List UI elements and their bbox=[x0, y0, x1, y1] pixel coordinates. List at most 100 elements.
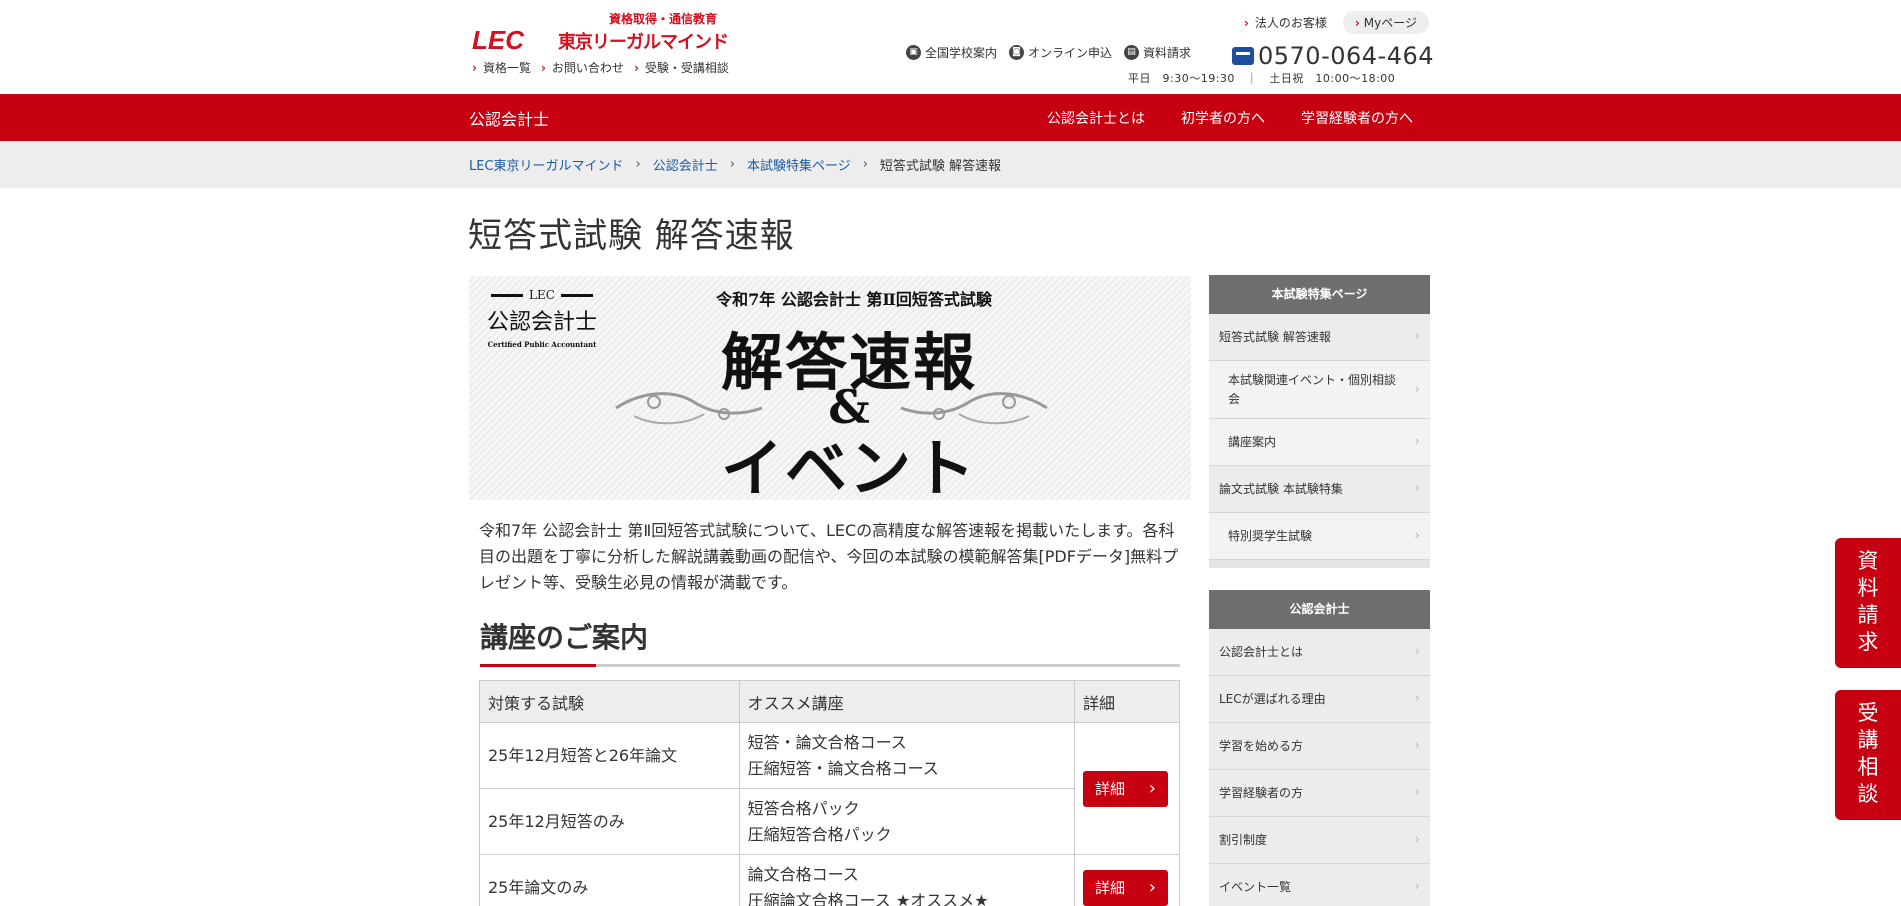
hero-cpa-logo: LEC 公認会計士 Certified Public Accountant bbox=[487, 288, 597, 349]
float-char: 談 bbox=[1857, 782, 1879, 806]
sidebar-cpa: 公認会計士 公認会計士とは LECが選ばれる理由 学習を始める方 学習経験者の方… bbox=[1209, 590, 1430, 906]
sidebar-item-essay-exam[interactable]: 論文式試験 本試験特集 bbox=[1209, 466, 1430, 513]
sidebar-item-label: 論文式試験 本試験特集 bbox=[1219, 481, 1343, 496]
brochure-request-link[interactable]: ▤ 資料請求 bbox=[1124, 44, 1191, 61]
float-char: 請 bbox=[1857, 603, 1879, 627]
breadcrumb-exam-special[interactable]: 本試験特集ページ bbox=[747, 155, 851, 174]
table-row: 25年論文のみ 論文合格コース 圧縮論文合格コース ★オススメ★ 詳細 bbox=[479, 854, 1180, 906]
course-table: 対策する試験 オススメ講座 詳細 25年12月短答と26年論文 短答・論文合格コ… bbox=[479, 680, 1180, 906]
breadcrumb-home[interactable]: LEC東京リーガルマインド bbox=[469, 155, 624, 174]
float-char: 相 bbox=[1857, 755, 1879, 779]
site-logo[interactable]: 資格取得・通信教育 LEC 東京リーガルマインド bbox=[470, 8, 750, 53]
document-icon: ▤ bbox=[1124, 45, 1140, 60]
sidebar-item-about-cpa[interactable]: 公認会計士とは bbox=[1209, 629, 1430, 676]
sidebar-item-answer-flash[interactable]: 短答式試験 解答速報 bbox=[1209, 314, 1430, 361]
online-apply-label: オンライン申込 bbox=[1028, 46, 1113, 60]
table-cell-detail: 詳細 bbox=[1074, 854, 1180, 906]
section-underline bbox=[480, 664, 1180, 667]
float-char: 料 bbox=[1857, 576, 1879, 600]
table-header-course: オススメ講座 bbox=[738, 680, 1076, 723]
sidebar-item-label: 学習を始める方 bbox=[1219, 738, 1304, 753]
sidebar-item-experienced[interactable]: 学習経験者の方 bbox=[1209, 770, 1430, 817]
breadcrumb-separator-icon: › bbox=[862, 157, 868, 172]
logo-text: 東京リーガルマインド bbox=[558, 32, 729, 53]
sidebar-item-label: 学習経験者の方 bbox=[1219, 785, 1304, 800]
detail-button[interactable]: 詳細 bbox=[1083, 869, 1168, 906]
float-char: 資 bbox=[1857, 549, 1879, 573]
table-cell-courses: 論文合格コース 圧縮論文合格コース ★オススメ★ bbox=[738, 854, 1076, 906]
breadcrumb-current: 短答式試験 解答速報 bbox=[879, 159, 1002, 174]
sidebar-item-discounts[interactable]: 割引制度 bbox=[1209, 817, 1430, 864]
table-header-detail: 詳細 bbox=[1074, 680, 1180, 723]
float-char: 求 bbox=[1857, 630, 1879, 654]
brochure-request-label: 資料請求 bbox=[1143, 46, 1192, 60]
hero-logo-jp: 公認会計士 bbox=[487, 310, 598, 335]
sidebar-item-label: 本試験関連イベント・個別相談会 bbox=[1228, 372, 1397, 406]
table-cell-exam: 25年12月短答と26年論文 bbox=[479, 722, 740, 789]
building-icon: ▣ bbox=[906, 45, 921, 60]
hero-banner: LEC 公認会計士 Certified Public Accountant 令和… bbox=[469, 276, 1191, 500]
cart-icon: ◙ bbox=[1009, 45, 1025, 60]
detail-button[interactable]: 詳細 bbox=[1083, 770, 1168, 807]
course-name: 圧縮短答合格パック bbox=[747, 824, 892, 844]
sidebar-exam-special: 本試験特集ページ 短答式試験 解答速報 本試験関連イベント・個別相談会 講座案内… bbox=[1209, 275, 1430, 568]
floating-request-brochure-button[interactable]: 資 料 請 求 bbox=[1835, 538, 1901, 668]
top-right-links: 法人のお客様 Myページ bbox=[1244, 11, 1429, 34]
util-link-qualifications[interactable]: 資格一覧 bbox=[472, 59, 531, 76]
intro-text: 令和7年 公認会計士 第Ⅱ回短答式試験について、LECの高精度な解答速報を掲載い… bbox=[479, 521, 1179, 592]
sidebar-footer bbox=[1209, 560, 1430, 568]
table-cell-courses: 短答合格パック 圧縮短答合格パック bbox=[738, 788, 1076, 855]
table-cell-detail: 詳細 bbox=[1074, 722, 1180, 855]
breadcrumb-cpa[interactable]: 公認会計士 bbox=[653, 155, 718, 174]
category-nav: 公認会計士 公認会計士とは 初学者の方へ 学習経験者の方へ bbox=[0, 94, 1901, 141]
sidebar-heading: 本試験特集ページ bbox=[1209, 275, 1430, 314]
course-name: 圧縮短答・論文合格コース bbox=[747, 758, 939, 778]
sidebar-item-label: 短答式試験 解答速報 bbox=[1219, 329, 1331, 344]
header-icon-links: ▣ 全国学校案内 ◙ オンライン申込 ▤ 資料請求 bbox=[906, 44, 1191, 61]
sidebar-heading: 公認会計士 bbox=[1209, 590, 1430, 629]
sidebar-item-courses[interactable]: 講座案内 bbox=[1209, 419, 1430, 466]
breadcrumb-separator-icon: › bbox=[635, 157, 641, 172]
floating-consultation-button[interactable]: 受 講 相 談 bbox=[1835, 690, 1901, 820]
nav-item-about[interactable]: 公認会計士とは bbox=[1047, 108, 1145, 128]
logo-tagline: 資格取得・通信教育 bbox=[608, 12, 717, 26]
util-link-contact[interactable]: お問い合わせ bbox=[541, 59, 624, 76]
lec-logo-mark-icon: LEC bbox=[472, 25, 525, 53]
course-name: 短答・論文合格コース bbox=[747, 732, 907, 752]
util-link-consult[interactable]: 受験・受講相談 bbox=[634, 59, 729, 76]
table-header-row: 対策する試験 オススメ講座 詳細 bbox=[479, 680, 1180, 723]
phone-icon bbox=[1232, 47, 1254, 65]
site-header: 資格取得・通信教育 LEC 東京リーガルマインド 資格一覧 お問い合わせ 受験・… bbox=[0, 0, 1901, 94]
sidebar-item-label: イベント一覧 bbox=[1219, 879, 1292, 894]
float-char: 受 bbox=[1857, 701, 1879, 725]
sidebar-item-events-list[interactable]: イベント一覧 bbox=[1209, 864, 1430, 906]
sidebar-item-start-learning[interactable]: 学習を始める方 bbox=[1209, 723, 1430, 770]
logo-mark-text: LEC bbox=[472, 25, 525, 53]
sidebar-item-label: 特別奨学生試験 bbox=[1228, 528, 1313, 543]
mypage-button[interactable]: Myページ bbox=[1342, 11, 1429, 34]
school-guide-link[interactable]: ▣ 全国学校案内 bbox=[906, 44, 997, 61]
corporate-link[interactable]: 法人のお客様 bbox=[1244, 14, 1327, 31]
sidebar-item-why-lec[interactable]: LECが選ばれる理由 bbox=[1209, 676, 1430, 723]
page-title: 短答式試験 解答速報 bbox=[468, 216, 795, 256]
school-guide-label: 全国学校案内 bbox=[925, 46, 998, 60]
utility-links: 資格一覧 お問い合わせ 受験・受講相談 bbox=[472, 59, 729, 76]
phone-number[interactable]: 0570-064-464 bbox=[1232, 42, 1434, 70]
table-cell-courses: 短答・論文合格コース 圧縮短答・論文合格コース bbox=[738, 722, 1076, 789]
hero-logo-lec: LEC bbox=[487, 288, 597, 302]
nav-item-beginners[interactable]: 初学者の方へ bbox=[1181, 108, 1265, 128]
nav-item-experienced[interactable]: 学習経験者の方へ bbox=[1301, 108, 1413, 128]
sidebar-item-scholarship[interactable]: 特別奨学生試験 bbox=[1209, 513, 1430, 560]
table-row: 25年12月短答と26年論文 短答・論文合格コース 圧縮短答・論文合格コース 詳… bbox=[479, 722, 1180, 855]
sidebar-item-label: LECが選ばれる理由 bbox=[1219, 691, 1326, 706]
table-cell-exam: 25年論文のみ bbox=[479, 854, 740, 906]
table-cell-exam: 25年12月短答のみ bbox=[479, 788, 740, 855]
business-hours: 平日 9:30～19:30 ｜ 土日祝 10:00～18:00 bbox=[1128, 72, 1396, 85]
online-apply-link[interactable]: ◙ オンライン申込 bbox=[1009, 44, 1112, 61]
sidebar-item-label: 講座案内 bbox=[1228, 434, 1277, 449]
sidebar-item-events[interactable]: 本試験関連イベント・個別相談会 bbox=[1209, 361, 1430, 419]
course-name: 論文合格コース bbox=[747, 864, 859, 884]
nav-title[interactable]: 公認会計士 bbox=[469, 106, 549, 130]
breadcrumb-separator-icon: › bbox=[729, 157, 735, 172]
course-name: 短答合格パック bbox=[747, 798, 860, 818]
